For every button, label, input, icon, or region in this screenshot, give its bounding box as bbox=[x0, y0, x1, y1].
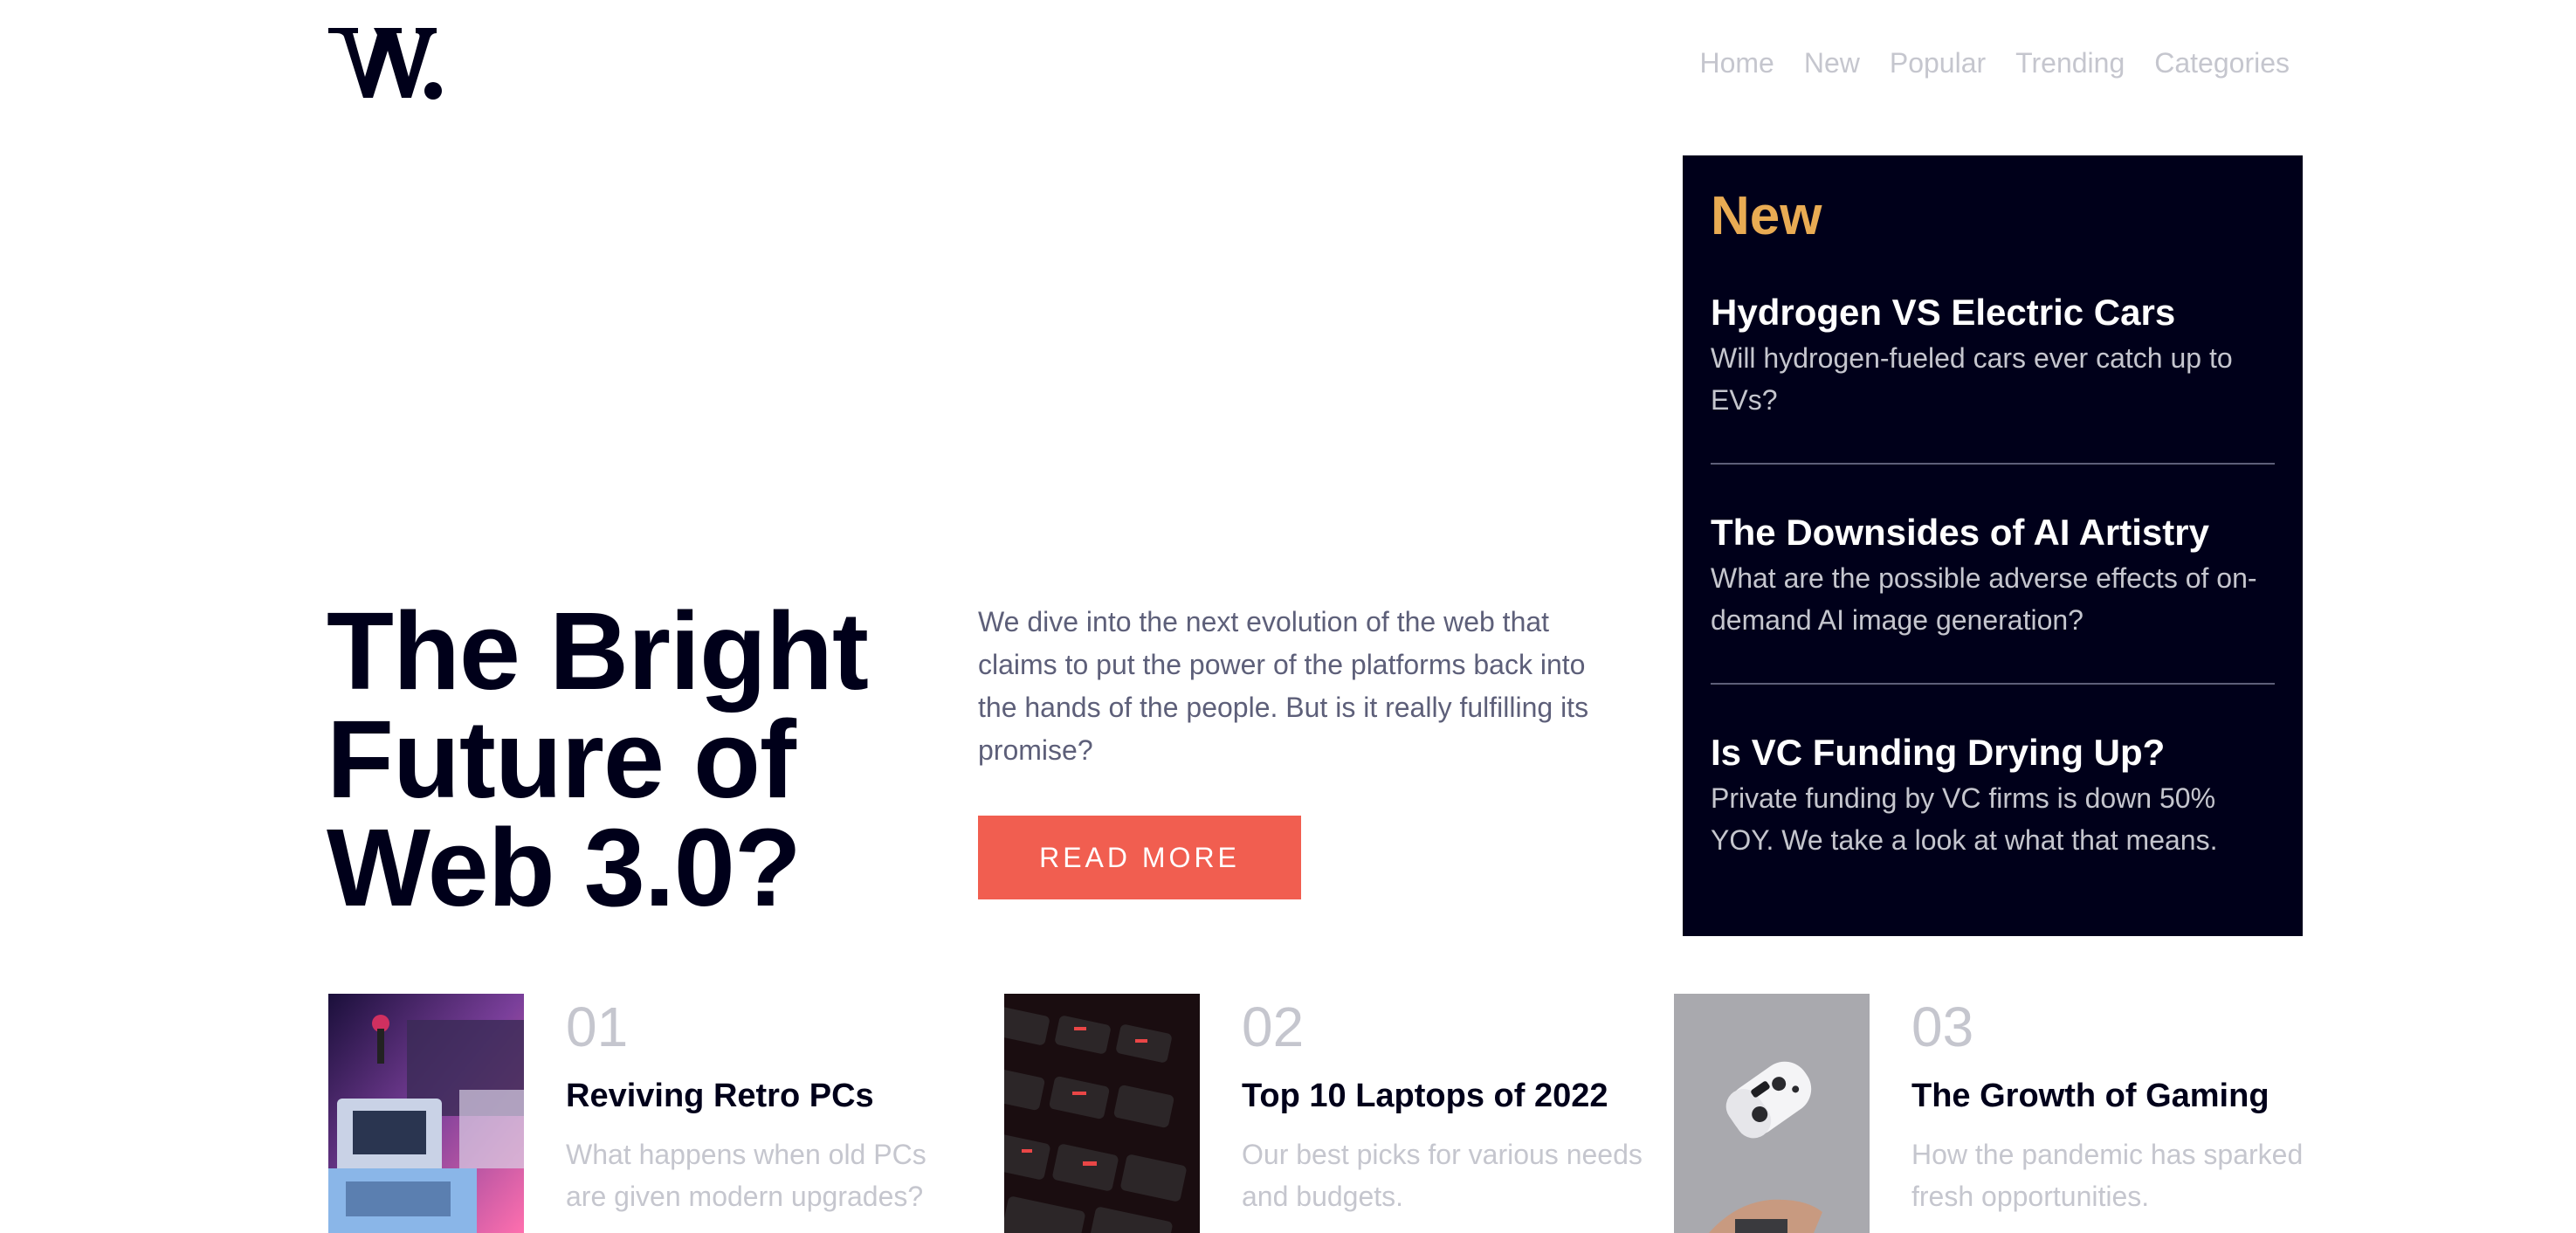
article-description: How the pandemic has sparked fresh oppor… bbox=[1911, 1139, 2304, 1212]
nav-categories[interactable]: Categories bbox=[2154, 44, 2290, 82]
divider bbox=[1711, 463, 2275, 465]
new-panel-title: New bbox=[1711, 186, 1822, 246]
laptop-keyboard-image-icon bbox=[1004, 994, 1200, 1233]
article-description: Our best picks for various needs and bud… bbox=[1242, 1139, 1643, 1212]
article-card[interactable]: 01 Reviving Retro PCs What happens when … bbox=[328, 994, 966, 1233]
new-articles-panel: New Hydrogen VS Electric Cars Will hydro… bbox=[1683, 155, 2303, 936]
new-item-title[interactable]: The Downsides of AI Artistry bbox=[1711, 508, 2275, 557]
article-number: 01 bbox=[566, 995, 629, 1058]
article-description: What happens when old PCs are given mode… bbox=[566, 1139, 926, 1212]
nav-popular[interactable]: Popular bbox=[1890, 44, 1986, 82]
w-logo-icon bbox=[328, 28, 442, 100]
article-title[interactable]: Reviving Retro PCs bbox=[566, 1074, 874, 1118]
new-item-description: What are the possible adverse effects of… bbox=[1711, 562, 2257, 636]
laptop-thumbnail[interactable] bbox=[1004, 994, 1200, 1233]
article-card[interactable]: 02 Top 10 Laptops of 2022 Our best picks… bbox=[1004, 994, 1643, 1233]
divider bbox=[1711, 683, 2275, 685]
new-item-description: Will hydrogen-fueled cars ever catch up … bbox=[1711, 342, 2233, 416]
new-item-title[interactable]: Is VC Funding Drying Up? bbox=[1711, 728, 2275, 777]
article-number: 02 bbox=[1242, 995, 1305, 1058]
new-item-title[interactable]: Hydrogen VS Electric Cars bbox=[1711, 288, 2275, 337]
new-item-description: Private funding by VC firms is down 50% … bbox=[1711, 782, 2218, 856]
read-more-button[interactable]: READ MORE bbox=[978, 816, 1301, 899]
article-title[interactable]: The Growth of Gaming bbox=[1911, 1074, 2269, 1118]
site-logo[interactable] bbox=[328, 26, 444, 100]
hero-title: The Bright Future of Web 3.0? bbox=[327, 589, 869, 929]
retro-pc-thumbnail[interactable] bbox=[328, 994, 524, 1233]
game-controller-image-icon bbox=[1674, 994, 1870, 1233]
retro-pc-image-icon bbox=[328, 994, 524, 1233]
new-item[interactable]: The Downsides of AI Artistry What are th… bbox=[1711, 508, 2275, 641]
nav-new[interactable]: New bbox=[1804, 44, 1860, 82]
article-number: 03 bbox=[1911, 995, 1974, 1058]
main-nav: Home New Popular Trending Categories bbox=[1699, 44, 2290, 82]
hero-description: We dive into the next evolution of the w… bbox=[978, 606, 1589, 766]
article-title[interactable]: Top 10 Laptops of 2022 bbox=[1242, 1074, 1608, 1118]
new-item[interactable]: Hydrogen VS Electric Cars Will hydrogen-… bbox=[1711, 288, 2275, 421]
nav-trending[interactable]: Trending bbox=[2015, 44, 2125, 82]
new-item[interactable]: Is VC Funding Drying Up? Private funding… bbox=[1711, 728, 2275, 861]
article-card[interactable]: 03 The Growth of Gaming How the pandemic… bbox=[1674, 994, 2311, 1233]
nav-home[interactable]: Home bbox=[1699, 44, 1774, 82]
gaming-thumbnail[interactable] bbox=[1674, 994, 1870, 1233]
